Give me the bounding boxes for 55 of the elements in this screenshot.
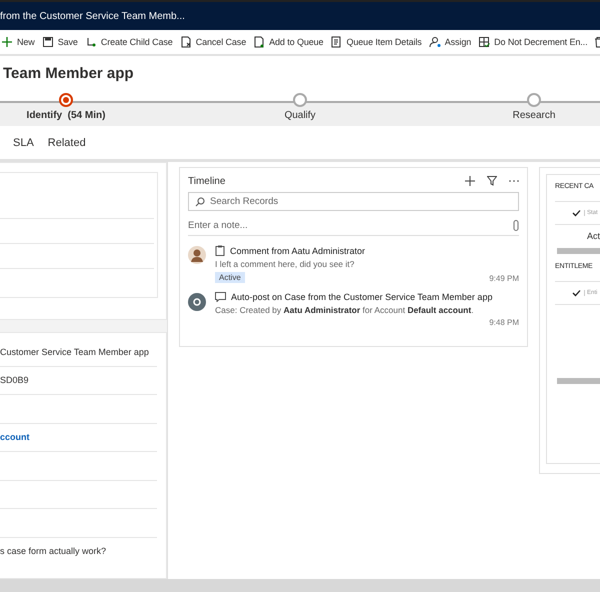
document-cross-icon bbox=[180, 36, 192, 48]
check-icon[interactable] bbox=[572, 209, 581, 217]
entry-time: 9:48 PM bbox=[489, 318, 519, 327]
entry-time: 9:49 PM bbox=[489, 274, 519, 283]
check-icon[interactable] bbox=[572, 289, 581, 297]
paperclip-icon[interactable] bbox=[513, 220, 519, 230]
tab[interactable]: SLA bbox=[13, 136, 34, 148]
timeline-title: Timeline bbox=[188, 176, 226, 186]
window-title: from the Customer Service Team Memb... bbox=[0, 10, 185, 22]
table-check-icon bbox=[478, 36, 490, 48]
stage-label[interactable]: Qualify bbox=[284, 110, 316, 121]
list-document-icon bbox=[330, 36, 342, 48]
field-value: Customer Service Team Member app bbox=[0, 346, 149, 357]
command-button[interactable]: Add to Queue bbox=[253, 34, 324, 50]
save-icon bbox=[42, 36, 54, 48]
command-button[interactable]: Cancel Case bbox=[180, 34, 246, 50]
search-icon bbox=[195, 196, 205, 206]
stage-label[interactable]: Research bbox=[512, 110, 556, 121]
tab[interactable]: Related bbox=[48, 136, 86, 148]
status-badge: Active bbox=[215, 272, 245, 283]
command-button[interactable]: Assign bbox=[428, 34, 472, 50]
entry-title[interactable]: Comment from Aatu Administrator bbox=[230, 246, 366, 256]
entry-text: I left a comment here, did you see it? bbox=[215, 259, 356, 269]
record-title: Team Member app bbox=[2, 64, 135, 84]
stage-marker[interactable] bbox=[59, 93, 73, 107]
person-icon bbox=[428, 36, 441, 48]
stage-marker[interactable] bbox=[293, 93, 307, 107]
document-add-icon bbox=[253, 36, 266, 48]
stage-marker[interactable] bbox=[527, 93, 541, 107]
table-cell-text: Act bbox=[586, 230, 600, 243]
more-icon[interactable] bbox=[509, 179, 519, 183]
avatar bbox=[188, 246, 206, 264]
entry-title[interactable]: Auto-post on Case from the Customer Service Team Member app bbox=[231, 292, 492, 302]
command-button[interactable]: New bbox=[1, 34, 35, 50]
branch-icon bbox=[84, 36, 97, 48]
message-icon bbox=[215, 292, 226, 302]
command-button[interactable]: Queue Item Details bbox=[330, 34, 422, 50]
field-value: s case form actually work? bbox=[0, 546, 106, 556]
stage-label[interactable]: Identify (54 Min) bbox=[26, 110, 106, 121]
scrollbar[interactable] bbox=[555, 375, 600, 387]
clipboard-icon bbox=[215, 245, 225, 256]
entry-text: Case: Created by Aatu Administrator for Account Default account. bbox=[215, 305, 475, 315]
scrollbar[interactable] bbox=[555, 245, 600, 257]
note-field[interactable]: Enter a note... bbox=[188, 220, 513, 230]
command-button[interactable]: Create Child Case bbox=[84, 34, 173, 50]
filter-icon[interactable] bbox=[487, 176, 497, 186]
system-avatar bbox=[188, 293, 206, 311]
search-field[interactable]: Search Records bbox=[210, 193, 518, 210]
search-box[interactable]: Search Records bbox=[188, 192, 519, 211]
command-button[interactable]: Do Not Decrement En... bbox=[478, 34, 588, 50]
command-button[interactable]: Save bbox=[42, 34, 78, 50]
add-icon[interactable] bbox=[465, 176, 475, 186]
account-link[interactable]: ccount bbox=[0, 432, 30, 442]
field-value: SD0B9 bbox=[0, 375, 29, 386]
plus-icon bbox=[1, 36, 13, 48]
